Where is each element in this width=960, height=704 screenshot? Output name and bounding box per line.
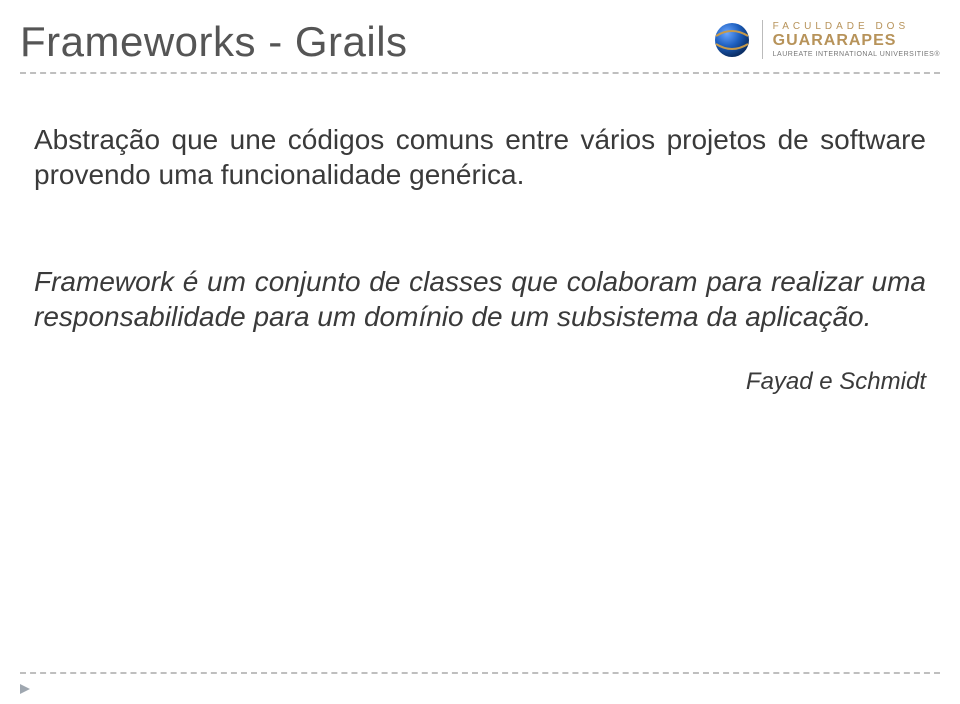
framework-quote: Framework é um conjunto de classes que c… [34,264,926,334]
logo-line2: GUARARAPES [773,33,940,50]
definition-paragraph: Abstração que une códigos comuns entre v… [34,122,926,192]
footer-arrow-icon [18,682,32,696]
logo-line1: FACULDADE DOS [773,22,940,33]
university-name: FACULDADE DOS GUARARAPES LAUREATE INTERN… [762,20,940,59]
content-area: Abstração que une códigos comuns entre v… [20,74,940,396]
title-row: Frameworks - Grails FACULDADE DOS GUARAR… [20,18,940,70]
slide: Frameworks - Grails FACULDADE DOS GUARAR… [0,0,960,704]
quote-author: Fayad e Schmidt [34,368,926,396]
university-logo: FACULDADE DOS GUARARAPES LAUREATE INTERN… [712,20,940,60]
logo-line3: LAUREATE INTERNATIONAL UNIVERSITIES® [773,51,940,58]
globe-icon [712,20,752,60]
footer-divider [20,672,940,674]
slide-title: Frameworks - Grails [20,18,408,66]
